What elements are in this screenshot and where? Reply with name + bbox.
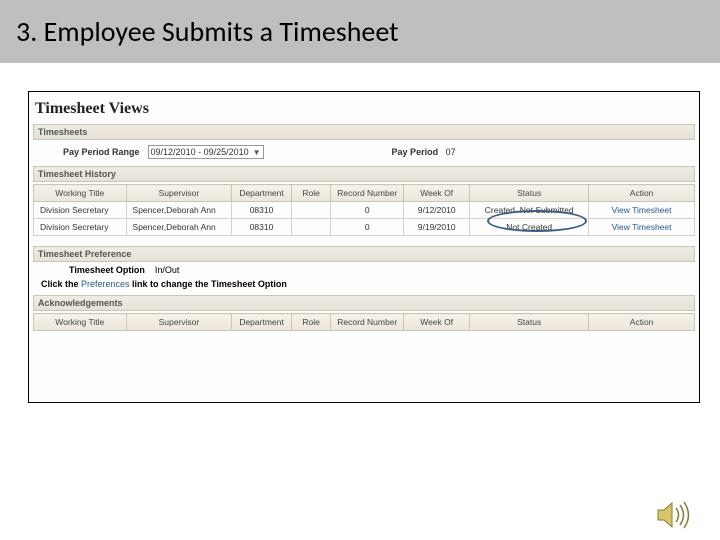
col-role: Role [291,185,331,202]
section-history: Timesheet History [33,166,695,182]
col-supervisor: Supervisor [126,314,232,331]
instruction-prefix: Click the [41,279,81,289]
page-title: Timesheet Views [33,96,695,122]
table-row: Division Secretary Spencer,Deborah Ann 0… [34,202,695,219]
col-week-of: Week Of [404,185,470,202]
cell-week: 9/19/2010 [404,219,470,236]
col-working-title: Working Title [34,314,127,331]
col-action: Action [589,314,695,331]
col-department: Department [232,185,291,202]
table-header-row: Working Title Supervisor Department Role… [34,314,695,331]
col-status: Status [470,185,589,202]
history-table: Working Title Supervisor Department Role… [33,184,695,236]
cell-role [291,219,331,236]
acknowledgements-table: Working Title Supervisor Department Role… [33,313,695,331]
section-timesheets: Timesheets [33,124,695,140]
cell-dept: 08310 [232,219,291,236]
cell-supervisor: Spencer,Deborah Ann [126,219,232,236]
pay-period-range-label: Pay Period Range [63,147,140,157]
col-supervisor: Supervisor [126,185,232,202]
preferences-link[interactable]: Preferences [81,279,130,289]
col-status: Status [470,314,589,331]
cell-supervisor: Spencer,Deborah Ann [126,202,232,219]
table-header-row: Working Title Supervisor Department Role… [34,185,695,202]
col-record-number: Record Number [331,185,404,202]
chevron-down-icon: ▼ [253,148,261,157]
speaker-icon [656,500,692,530]
cell-record: 0 [331,202,404,219]
col-week-of: Week Of [404,314,470,331]
view-timesheet-link[interactable]: View Timesheet [589,202,695,219]
cell-record: 0 [331,219,404,236]
view-timesheet-link[interactable]: View Timesheet [589,219,695,236]
pay-period-value: 07 [446,147,456,157]
col-department: Department [232,314,291,331]
timesheet-option-row: Timesheet Option In/Out [33,262,695,277]
col-working-title: Working Title [34,185,127,202]
table-row: Division Secretary Spencer,Deborah Ann 0… [34,219,695,236]
pay-period-range-dropdown[interactable]: 09/12/2010 - 09/25/2010 ▼ [148,145,264,159]
cell-status: Not Created [470,219,589,236]
app-screenshot-frame: Timesheet Views Timesheets Pay Period Ra… [28,91,700,403]
col-action: Action [589,185,695,202]
instruction-suffix: link to change the Timesheet Option [130,279,287,289]
filter-row: Pay Period Range 09/12/2010 - 09/25/2010… [33,140,695,164]
preference-instruction: Click the Preferences link to change the… [33,277,695,293]
cell-role [291,202,331,219]
cell-dept: 08310 [232,202,291,219]
col-role: Role [291,314,331,331]
cell-week: 9/12/2010 [404,202,470,219]
slide-title-bar: 3. Employee Submits a Timesheet [0,0,720,63]
section-preference: Timesheet Preference [33,246,695,262]
pay-period-range-value: 09/12/2010 - 09/25/2010 [151,147,249,157]
cell-title: Division Secretary [34,219,127,236]
section-acknowledgements: Acknowledgements [33,295,695,311]
col-record-number: Record Number [331,314,404,331]
timesheet-option-label: Timesheet Option [69,265,145,275]
cell-title: Division Secretary [34,202,127,219]
timesheet-option-value: In/Out [155,265,180,275]
slide-title: 3. Employee Submits a Timesheet [16,14,704,49]
pay-period-label: Pay Period [392,147,439,157]
cell-status: Created. Not Submitted [470,202,589,219]
